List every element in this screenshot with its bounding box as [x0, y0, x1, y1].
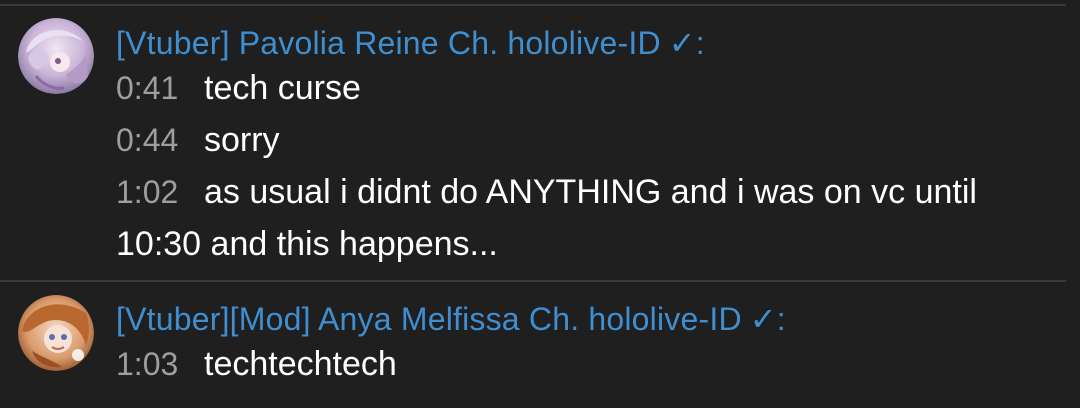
avatar-pavolia-reine[interactable]: [18, 18, 94, 94]
message-text: techtechtech: [204, 345, 397, 383]
message-divider: [0, 280, 1066, 282]
timestamp: 1:03: [116, 346, 179, 382]
timestamp: 1:02: [116, 174, 179, 210]
author-label: [Vtuber][Mod] Anya Melfissa Ch. hololive…: [116, 301, 742, 337]
verified-check-icon: ✓:: [668, 25, 705, 61]
timestamp: 0:44: [116, 122, 179, 158]
chat-log: [Vtuber] Pavolia Reine Ch. hololive-ID ✓:…: [0, 0, 1080, 408]
timestamp: 0:41: [116, 70, 179, 106]
verified-check-icon: ✓:: [749, 301, 786, 337]
message-text: as usual i didnt do ANYTHING and i was o…: [116, 173, 977, 263]
chat-message: 0:44 sorry: [116, 114, 1036, 166]
message-text: tech curse: [204, 69, 361, 107]
chat-message: 1:03 techtechtech: [116, 338, 1036, 390]
chat-message: 0:41 tech curse: [116, 62, 1036, 114]
author-name[interactable]: [Vtuber][Mod] Anya Melfissa Ch. hololive…: [116, 300, 786, 338]
chat-message: 1:02 as usual i didnt do ANYTHING and i w…: [116, 166, 1036, 270]
author-label: [Vtuber] Pavolia Reine Ch. hololive-ID: [116, 25, 661, 61]
top-divider: [0, 4, 1066, 6]
message-text: sorry: [204, 121, 280, 159]
author-name[interactable]: [Vtuber] Pavolia Reine Ch. hololive-ID ✓:: [116, 24, 705, 62]
avatar-anya-melfissa[interactable]: [18, 295, 94, 371]
